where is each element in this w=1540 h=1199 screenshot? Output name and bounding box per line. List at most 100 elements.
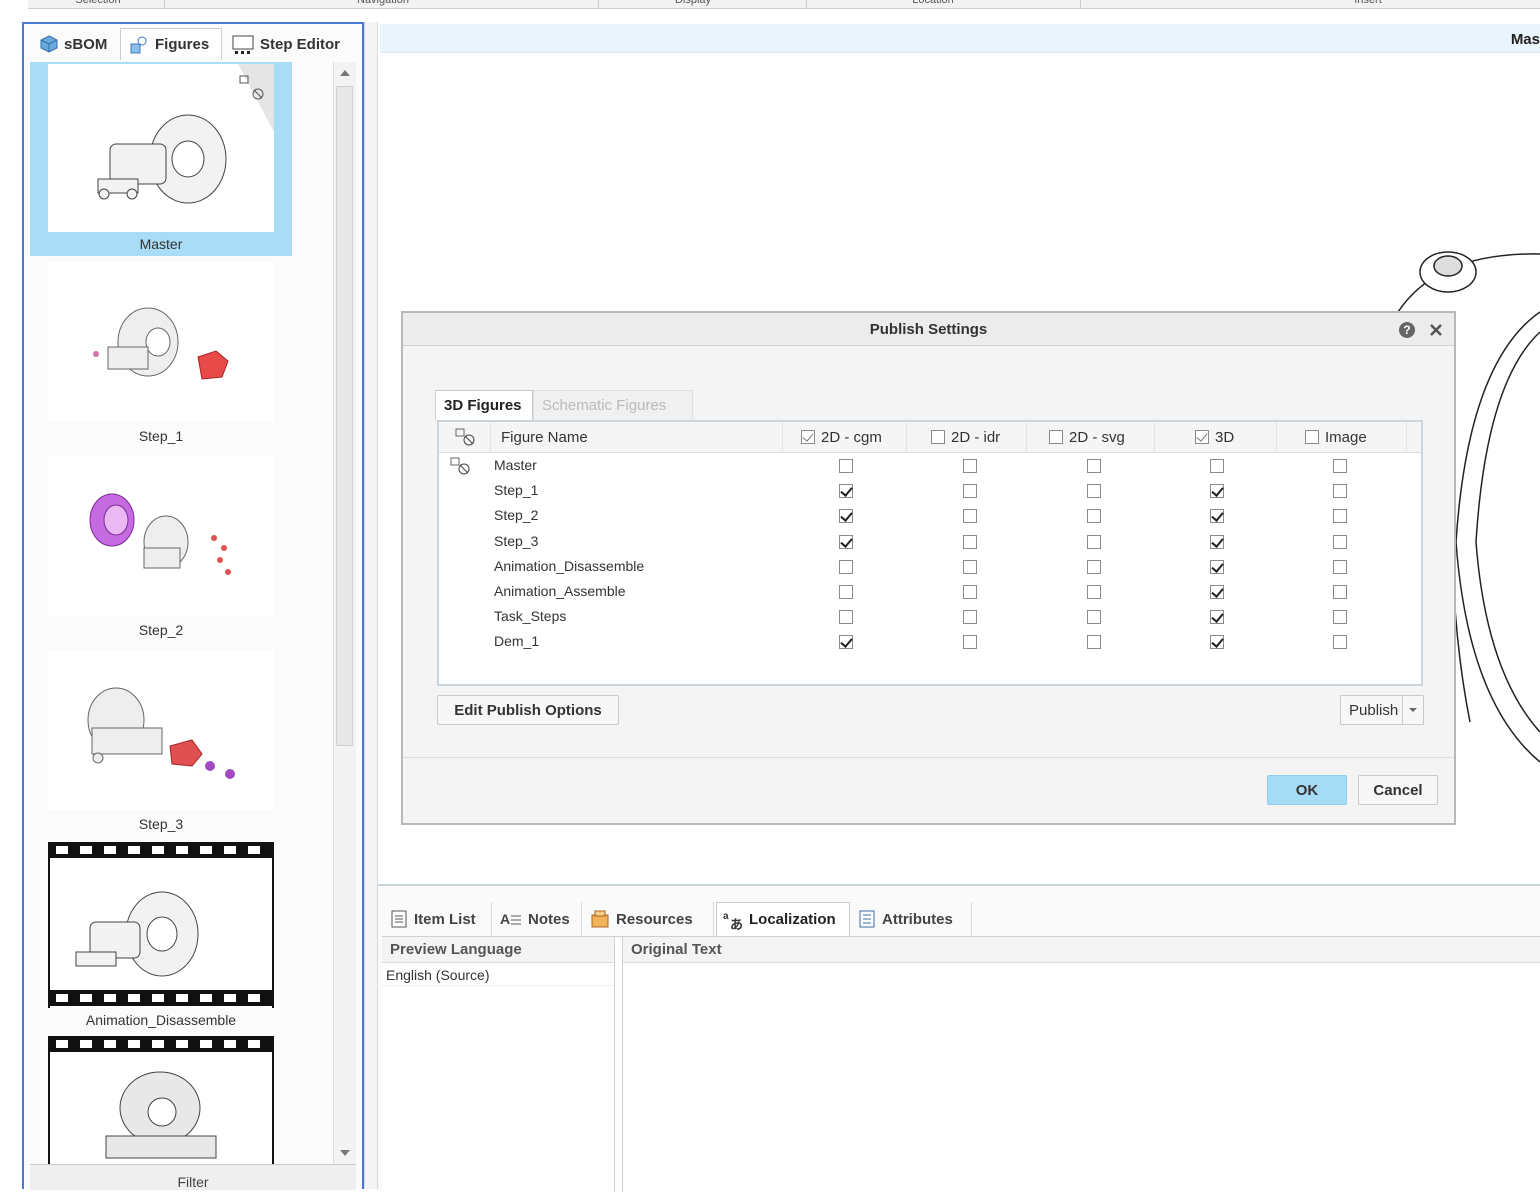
dialog-footer-divider <box>403 757 1454 758</box>
format-checkbox-2d-svg[interactable] <box>1087 459 1101 473</box>
publish-dropdown[interactable] <box>1402 696 1423 724</box>
publish-split-button[interactable]: Publish <box>1340 695 1424 725</box>
table-row[interactable]: Animation_Disassemble <box>439 555 1421 580</box>
edit-publish-options-button[interactable]: Edit Publish Options <box>437 695 619 725</box>
scrollbar-thumb[interactable] <box>336 86 353 746</box>
format-checkbox-2d-svg[interactable] <box>1087 585 1101 599</box>
tab-step-editor[interactable]: Step Editor <box>224 28 352 60</box>
format-checkbox-2d-idr[interactable] <box>963 610 977 625</box>
format-checkbox-image[interactable] <box>1333 509 1347 524</box>
filter-bar[interactable]: Filter <box>30 1164 356 1190</box>
format-checkbox-2d-idr[interactable] <box>963 459 977 473</box>
thumbnail-step-2[interactable]: Step_2 <box>30 452 292 646</box>
tab-item-list[interactable]: Item List <box>384 902 492 936</box>
table-row[interactable]: Master <box>439 454 1421 479</box>
format-checkbox-2d-svg[interactable] <box>1087 559 1101 574</box>
format-checkbox-image[interactable] <box>1333 559 1347 574</box>
panel-splitter[interactable] <box>364 22 378 1189</box>
ribbon-group-selection: Selection <box>75 0 121 6</box>
select-all-2d-idr-checkbox[interactable] <box>931 430 945 444</box>
figure-name-cell: Task_Steps <box>494 608 567 625</box>
format-checkbox-2d-cgm[interactable] <box>839 559 853 574</box>
figure-name-column-header[interactable]: Figure Name <box>491 422 783 452</box>
thumbnail-animation-disassemble[interactable]: Animation_Disassemble <box>30 840 292 1034</box>
column-3d[interactable]: 3D <box>1155 422 1277 452</box>
format-checkbox-2d-idr[interactable] <box>963 534 977 549</box>
help-icon[interactable]: ? <box>1398 321 1416 339</box>
column-2d-svg[interactable]: 2D - svg <box>1027 422 1155 452</box>
original-text-header[interactable]: Original Text <box>623 937 1540 963</box>
format-checkbox-image[interactable] <box>1333 534 1347 549</box>
format-checkbox-2d-cgm[interactable] <box>839 585 853 599</box>
tab-schematic-figures[interactable]: Schematic Figures <box>533 390 693 420</box>
format-checkbox-3d[interactable] <box>1210 559 1224 574</box>
column-2d-cgm[interactable]: 2D - cgm <box>783 422 907 452</box>
thumbnail-label: Step_2 <box>138 622 184 638</box>
table-row[interactable]: Step_3 <box>439 530 1421 555</box>
format-checkbox-2d-idr[interactable] <box>963 484 977 499</box>
format-checkbox-2d-idr[interactable] <box>963 585 977 599</box>
tab-notes[interactable]: A Notes <box>494 902 582 936</box>
tab-sbom[interactable]: sBOM <box>32 28 120 60</box>
preview-language-header[interactable]: Preview Language <box>382 937 614 963</box>
select-all-2d-svg-checkbox[interactable] <box>1049 430 1063 444</box>
localization-icon: aあ <box>723 911 743 930</box>
column-image[interactable]: Image <box>1277 422 1407 452</box>
format-checkbox-2d-cgm[interactable] <box>839 610 853 625</box>
tab-resources[interactable]: Resources <box>584 902 714 936</box>
table-row[interactable]: Step_2 <box>439 504 1421 529</box>
close-icon[interactable] <box>1429 321 1443 339</box>
figures-publish-grid: Figure Name 2D - cgm 2D - idr 2D - svg 3… <box>437 420 1423 686</box>
thumbnail-animation-assemble[interactable] <box>30 1034 292 1164</box>
scroll-down-icon[interactable] <box>340 1150 350 1156</box>
format-checkbox-2d-cgm[interactable] <box>839 484 853 499</box>
select-all-3d-checkbox[interactable] <box>1195 430 1209 444</box>
format-checkbox-2d-idr[interactable] <box>963 509 977 524</box>
language-row-english[interactable]: English (Source) <box>382 964 614 986</box>
format-checkbox-image[interactable] <box>1333 635 1347 650</box>
thumbnail-step-3[interactable]: Step_3 <box>30 646 292 840</box>
tab-3d-figures[interactable]: 3D Figures <box>435 390 533 420</box>
scroll-up-icon[interactable] <box>340 70 350 76</box>
table-row[interactable]: Animation_Assemble <box>439 580 1421 605</box>
format-checkbox-image[interactable] <box>1333 459 1347 473</box>
format-checkbox-2d-idr[interactable] <box>963 559 977 574</box>
ok-button[interactable]: OK <box>1267 775 1347 805</box>
format-checkbox-3d[interactable] <box>1210 534 1224 549</box>
format-checkbox-image[interactable] <box>1333 484 1347 499</box>
format-checkbox-2d-svg[interactable] <box>1087 534 1101 549</box>
exploded-motor-icon <box>107 307 179 377</box>
format-checkbox-2d-svg[interactable] <box>1087 509 1101 524</box>
column-2d-idr[interactable]: 2D - idr <box>907 422 1027 452</box>
format-checkbox-3d[interactable] <box>1210 484 1224 499</box>
table-row[interactable]: Step_1 <box>439 479 1421 504</box>
thumbnail-master[interactable]: Master <box>30 62 292 256</box>
table-row[interactable]: Task_Steps <box>439 605 1421 630</box>
tab-item-list-label: Item List <box>414 910 476 928</box>
format-checkbox-2d-cgm[interactable] <box>839 635 853 650</box>
format-checkbox-2d-svg[interactable] <box>1087 484 1101 499</box>
format-checkbox-2d-idr[interactable] <box>963 635 977 650</box>
format-checkbox-3d[interactable] <box>1210 509 1224 524</box>
tab-figures[interactable]: Figures <box>120 28 222 60</box>
format-checkbox-2d-cgm[interactable] <box>839 459 853 473</box>
thumbnail-scrollbar[interactable] <box>333 62 356 1164</box>
format-checkbox-3d[interactable] <box>1210 459 1224 473</box>
format-checkbox-3d[interactable] <box>1210 635 1224 650</box>
tab-attributes[interactable]: Attributes <box>852 902 972 936</box>
format-checkbox-image[interactable] <box>1333 610 1347 625</box>
select-all-image-checkbox[interactable] <box>1305 430 1319 444</box>
table-row[interactable]: Dem_1 <box>439 630 1421 655</box>
cancel-button[interactable]: Cancel <box>1358 775 1438 805</box>
thumbnail-image <box>48 456 274 616</box>
format-checkbox-2d-cgm[interactable] <box>839 534 853 549</box>
tab-localization[interactable]: aあ Localization <box>716 902 850 936</box>
select-all-2d-cgm-checkbox[interactable] <box>801 430 815 444</box>
format-checkbox-2d-cgm[interactable] <box>839 509 853 524</box>
format-checkbox-3d[interactable] <box>1210 585 1224 599</box>
format-checkbox-image[interactable] <box>1333 585 1347 599</box>
format-checkbox-2d-svg[interactable] <box>1087 635 1101 650</box>
format-checkbox-3d[interactable] <box>1210 610 1224 625</box>
thumbnail-step-1[interactable]: Step_1 <box>30 258 292 452</box>
format-checkbox-2d-svg[interactable] <box>1087 610 1101 625</box>
